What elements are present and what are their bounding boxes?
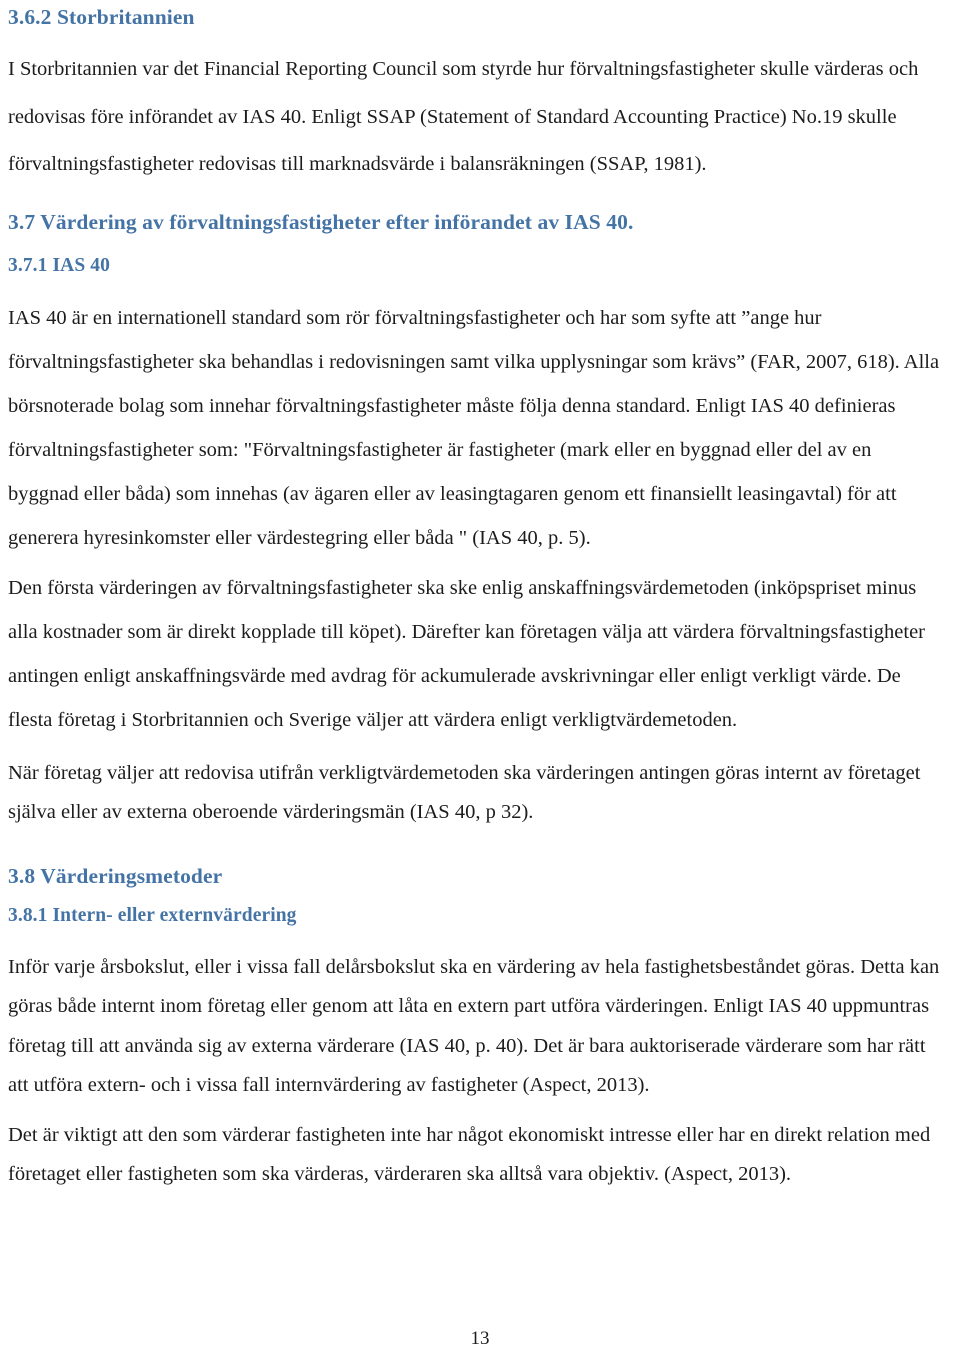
paragraph-3-7-1-definition: IAS 40 är en internationell standard som… <box>8 306 940 549</box>
paragraph-3-8-1-objectivity: Det är viktigt att den som värderar fast… <box>8 1123 931 1186</box>
heading-3-7-vardering-efter-ias40: 3.7 Värdering av förvaltningsfastigheter… <box>8 209 634 234</box>
paragraph-3-7-1-internal-external: När företag väljer att redovisa utifrån … <box>8 761 921 824</box>
heading-3-8-1-intern-eller-externvardering: 3.8.1 Intern- eller externvärdering <box>8 904 297 926</box>
page-number-footer: 13 <box>470 1328 490 1349</box>
paragraph-3-6-2-body: I Storbritannien var det Financial Repor… <box>8 58 919 175</box>
heading-3-7-1-ias-40: 3.7.1 IAS 40 <box>8 254 110 276</box>
heading-3-6-2-storbritannien: 3.6.2 Storbritannien <box>8 5 195 29</box>
document-page: 3.6.2 Storbritannien I Storbritannien va… <box>0 0 960 1367</box>
paragraph-3-8-1-valuation-process: Inför varje årsbokslut, eller i vissa fa… <box>8 955 940 1097</box>
heading-3-8-varderingsmetoder: 3.8 Värderingsmetoder <box>8 863 223 888</box>
paragraph-3-7-1-first-valuation: Den första värderingen av förvaltningsfa… <box>8 576 926 731</box>
